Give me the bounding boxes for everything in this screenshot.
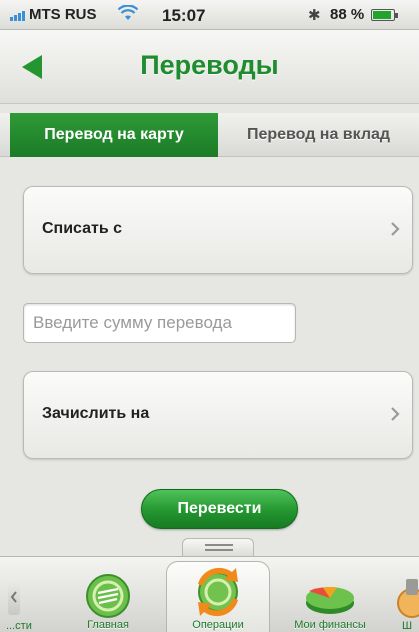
battery-icon bbox=[371, 9, 398, 21]
wifi-icon bbox=[118, 5, 138, 20]
tab-label: Операции bbox=[192, 619, 244, 631]
chevron-right-icon bbox=[391, 407, 400, 421]
tab-label: Мои финансы bbox=[294, 619, 366, 631]
credit-to-label: Зачислить на bbox=[42, 405, 150, 422]
pie-chart-icon bbox=[306, 587, 354, 614]
sberbank-logo-icon bbox=[86, 574, 130, 618]
tab-label: Перевод на карту bbox=[44, 126, 184, 143]
debit-from-cell[interactable]: Списать с bbox=[23, 186, 413, 274]
tab-my-finances[interactable]: Мои финансы bbox=[278, 569, 382, 632]
credit-to-cell[interactable]: Зачислить на bbox=[23, 371, 413, 459]
tab-transfer-to-card[interactable]: Перевод на карту bbox=[10, 113, 218, 169]
amount-input[interactable] bbox=[23, 303, 296, 343]
bottom-tab-bar: Главная Операции Мои финансы bbox=[0, 556, 419, 632]
transfer-button[interactable]: Перевести bbox=[141, 489, 298, 529]
status-bar: MTS RUS 15:07 ✱ 88 % bbox=[0, 0, 419, 30]
partial-tab-icon bbox=[397, 579, 419, 618]
battery-percent: 88 % bbox=[330, 6, 365, 23]
status-time: 15:07 bbox=[162, 6, 206, 25]
bluetooth-icon: ✱ bbox=[308, 7, 321, 24]
tab-operations[interactable]: Операции bbox=[166, 561, 270, 632]
chevron-left-icon bbox=[10, 591, 17, 603]
battery-fill bbox=[373, 11, 391, 19]
tabbar-scroll-left[interactable] bbox=[8, 579, 20, 615]
tab-home[interactable]: Главная bbox=[58, 569, 158, 632]
carrier-name: MTS RUS bbox=[29, 6, 97, 23]
debit-from-label: Списать с bbox=[42, 220, 123, 237]
tab-partial-left-label: ...сти bbox=[6, 620, 32, 632]
tab-label: Перевод на вклад bbox=[246, 126, 391, 143]
page-title: Переводы bbox=[140, 50, 279, 80]
tab-label: Главная bbox=[87, 619, 129, 631]
signal-icon bbox=[10, 11, 25, 21]
operations-icon bbox=[198, 567, 238, 617]
navigation-bar: Переводы bbox=[0, 30, 419, 104]
tab-transfer-to-deposit[interactable]: Перевод на вклад bbox=[218, 113, 419, 157]
transfer-type-tabs: Перевод на карту Перевод на вклад bbox=[0, 113, 419, 169]
tab-partial-right-label: Ш bbox=[402, 620, 413, 632]
tabbar-handle[interactable] bbox=[182, 538, 254, 556]
transfer-form: Списать с Зачислить на Перевести bbox=[0, 157, 419, 557]
chevron-right-icon bbox=[391, 222, 400, 236]
